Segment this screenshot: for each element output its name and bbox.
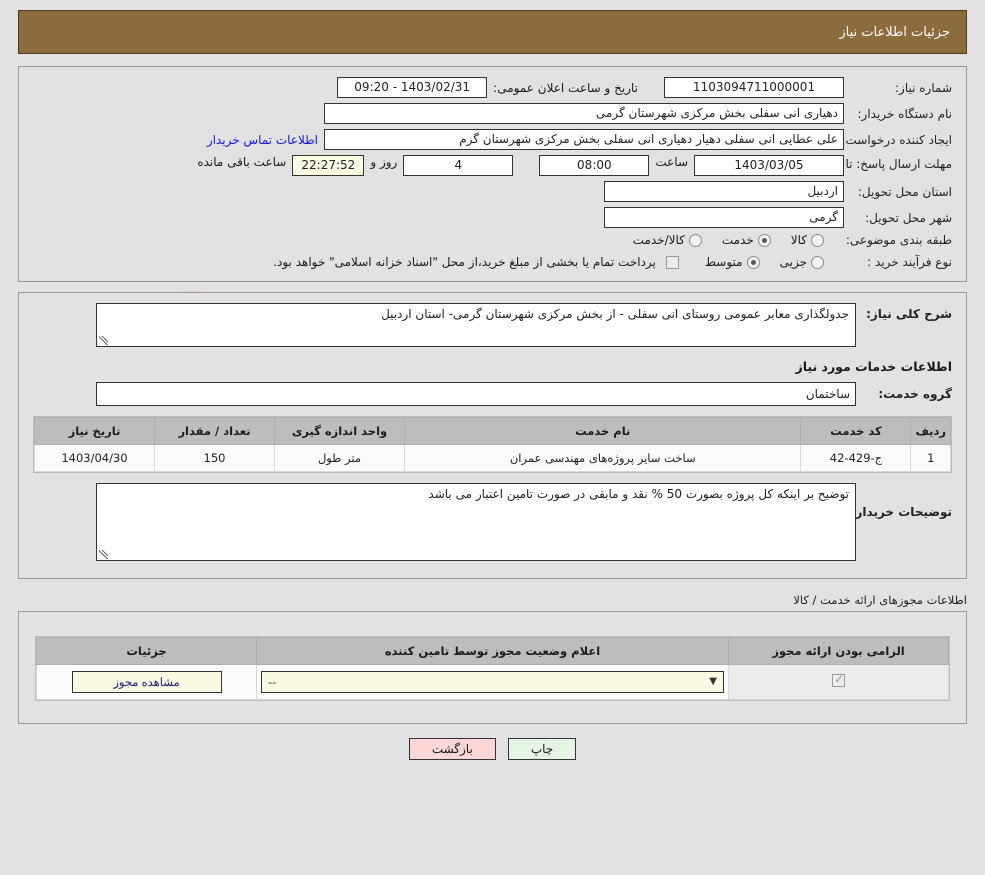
th-license-status: اعلام وضعیت مجوز توسط تامین کننده [256, 637, 729, 665]
radio-category-1[interactable]: خدمت [722, 233, 771, 247]
licenses-table-wrap: الزامی بودن ارائه مجوز اعلام وضعیت مجوز … [35, 636, 950, 701]
row-category: طبقه بندی موضوعی: کالا خدمت کالا/خدمت [33, 233, 952, 247]
cell-code: ج-429-42 [800, 444, 912, 472]
radio-label-process-1: متوسط [704, 255, 743, 269]
cell-index: 1 [910, 444, 951, 472]
buyer-contact-link[interactable]: اطلاعات تماس خریدار [207, 133, 318, 147]
services-table-wrap: ردیف کد خدمت نام خدمت واحد اندازه گیری ت… [33, 416, 952, 473]
radio-icon-category-1 [757, 233, 771, 247]
th-need-date: تاریخ نیاز [34, 417, 155, 445]
row-process: نوع فرآیند خرید : جزیی متوسط پرداخت تمام… [33, 255, 952, 269]
table-row: ▼ -- مشاهده مجوز [36, 664, 949, 700]
radio-label-category-1: خدمت [721, 233, 754, 247]
page-title-bar: جزئیات اطلاعات نیاز [18, 10, 967, 54]
th-code: کد خدمت [800, 417, 912, 445]
announce-label: تاریخ و ساعت اعلان عمومی: [493, 80, 638, 95]
row-need-number: شماره نیاز: 1103094711000001 تاریخ و ساع… [33, 77, 952, 98]
th-license-required: الزامی بودن ارائه مجوز [728, 637, 949, 665]
requester-label: ایجاد کننده درخواست: [841, 132, 952, 147]
remaining-hours-label: ساعت باقی مانده [197, 155, 287, 169]
deadline-label: مهلت ارسال پاسخ: تا تاریخ: [813, 157, 952, 171]
th-index: ردیف [910, 417, 951, 445]
row-requester: ایجاد کننده درخواست: علی عطایی انی سفلی … [33, 129, 952, 150]
buyer-notes-textarea[interactable]: توضیح بر اینکه کل پروژه بصورت 50 % نقد و… [96, 483, 856, 561]
radio-label-process-0: جزیی [779, 255, 807, 269]
description-label: شرح کلی نیاز: [866, 307, 952, 321]
row-buyer-org: نام دستگاه خریدار: دهیاری انی سفلی بخش م… [33, 103, 952, 124]
footer-buttons: بازگشت چاپ [0, 738, 985, 760]
radio-icon-category-2 [688, 233, 702, 247]
services-section-title: اطلاعات خدمات مورد نیاز [795, 359, 953, 374]
radio-icon-process-0 [811, 255, 824, 269]
deadline-date-field: 1403/03/05 [694, 155, 844, 176]
cell-name: ساخت سایر پروژه‌های مهندسی عمران [403, 444, 802, 472]
license-status-value: -- [268, 675, 277, 689]
cell-license-details: مشاهده مجوز [36, 664, 257, 700]
radio-category-2[interactable]: کالا/خدمت [633, 233, 702, 247]
radio-label-category-0: کالا [790, 233, 807, 247]
countdown-field: 22:27:52 [292, 155, 365, 176]
row-service-group: گروه خدمت: ساختمان [33, 382, 952, 406]
need-number-label: شماره نیاز: [895, 80, 952, 95]
description-textarea[interactable]: جدولگذاری معابر عمومی روستای انی سفلی - … [96, 303, 856, 347]
need-number-field: 1103094711000001 [664, 77, 844, 98]
back-button[interactable]: بازگشت [408, 738, 496, 760]
chevron-down-icon: ▼ [709, 676, 717, 687]
cell-license-status: ▼ -- [256, 664, 729, 700]
buyer-org-field: دهیاری انی سفلی بخش مرکزی شهرستان گرمی [324, 103, 844, 124]
treasury-checkbox[interactable] [665, 255, 679, 269]
requester-field: علی عطایی انی سفلی دهیار دهیاری انی سفلی… [324, 129, 844, 150]
province-label: استان محل تحویل: [857, 184, 952, 199]
radio-process-0[interactable]: جزیی [780, 255, 824, 269]
row-deadline: مهلت ارسال پاسخ: تا تاریخ: 1403/03/05 سا… [33, 155, 952, 176]
th-name: نام خدمت [403, 417, 802, 445]
province-field: اردبیل [604, 181, 844, 202]
days-label: روز و [370, 155, 398, 169]
radio-category-0[interactable]: کالا [791, 233, 824, 247]
row-description: شرح کلی نیاز: جدولگذاری معابر عمومی روست… [33, 303, 952, 347]
buyer-org-label: نام دستگاه خریدار: [857, 106, 953, 121]
th-license-details: جزئیات [36, 637, 257, 665]
licenses-table-header-row: الزامی بودن ارائه مجوز اعلام وضعیت مجوز … [36, 637, 949, 665]
process-label: نوع فرآیند خرید : [867, 255, 952, 269]
service-group-field: ساختمان [96, 382, 856, 406]
th-quantity: تعداد / مقدار [154, 417, 275, 445]
print-button[interactable]: چاپ [507, 738, 577, 760]
cell-license-required [728, 664, 949, 700]
row-province: استان محل تحویل: اردبیل [33, 181, 952, 202]
service-group-label: گروه خدمت: [878, 387, 952, 401]
cell-unit: متر طول [274, 444, 405, 472]
announce-date-field: 1403/02/31 - 09:20 [337, 77, 488, 98]
row-city: شهر محل تحویل: گرمی [33, 207, 952, 228]
need-info-panel: شماره نیاز: 1103094711000001 تاریخ و ساع… [18, 66, 967, 282]
treasury-note: پرداخت تمام یا بخشی از مبلغ خرید،از محل … [273, 255, 656, 269]
cell-quantity: 150 [154, 444, 275, 472]
licenses-table: الزامی بودن ارائه مجوز اعلام وضعیت مجوز … [36, 637, 949, 700]
page-title: جزئیات اطلاعات نیاز [839, 24, 950, 40]
licenses-panel: الزامی بودن ارائه مجوز اعلام وضعیت مجوز … [18, 611, 967, 724]
hour-label: ساعت [655, 155, 688, 169]
license-status-select[interactable]: ▼ -- [261, 671, 724, 693]
radio-label-category-2: کالا/خدمت [632, 233, 685, 247]
category-label: طبقه بندی موضوعی: [845, 233, 952, 247]
view-license-button[interactable]: مشاهده مجوز [71, 671, 222, 693]
buyer-notes-label: توضیحات خریدار: [850, 505, 952, 519]
licenses-section-title: اطلاعات مجوزهای ارائه خدمت / کالا [793, 593, 967, 607]
license-required-checkbox [832, 672, 845, 687]
th-unit: واحد اندازه گیری [274, 417, 405, 445]
cell-need-date: 1403/04/30 [34, 444, 155, 472]
deadline-time-field: 08:00 [539, 155, 650, 176]
city-field: گرمی [604, 207, 844, 228]
services-table-header-row: ردیف کد خدمت نام خدمت واحد اندازه گیری ت… [34, 417, 951, 445]
services-table: ردیف کد خدمت نام خدمت واحد اندازه گیری ت… [34, 417, 951, 472]
row-buyer-notes: توضیحات خریدار: توضیح بر اینکه کل پروژه … [33, 483, 952, 561]
radio-process-1[interactable]: متوسط [705, 255, 760, 269]
service-details-panel: شرح کلی نیاز: جدولگذاری معابر عمومی روست… [18, 292, 967, 579]
radio-icon-process-1 [746, 255, 760, 269]
remaining-days-field: 4 [403, 155, 514, 176]
radio-icon-category-0 [811, 233, 824, 247]
table-row: 1 ج-429-42 ساخت سایر پروژه‌های مهندسی عم… [34, 444, 951, 472]
city-label: شهر محل تحویل: [865, 210, 952, 225]
